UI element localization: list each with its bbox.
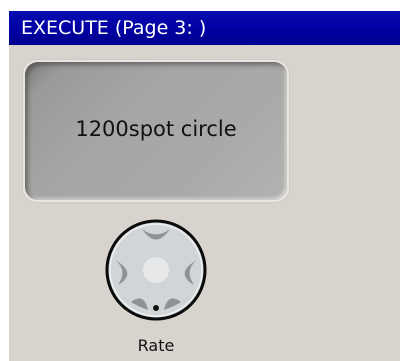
executor-button[interactable]: 1200spot circle: [25, 62, 287, 200]
rotary-knob-icon: [105, 219, 207, 321]
window-title: EXECUTE (Page 3: ): [21, 17, 207, 39]
rate-label: Rate: [137, 336, 175, 355]
rate-knob[interactable]: [104, 218, 208, 322]
executor-button-frame: 1200spot circle: [23, 60, 289, 202]
execute-window: EXECUTE (Page 3: ) 1200spot circle Rate: [9, 11, 400, 361]
executor-button-label: 1200spot circle: [75, 117, 237, 141]
window-titlebar[interactable]: EXECUTE (Page 3: ): [9, 11, 400, 45]
